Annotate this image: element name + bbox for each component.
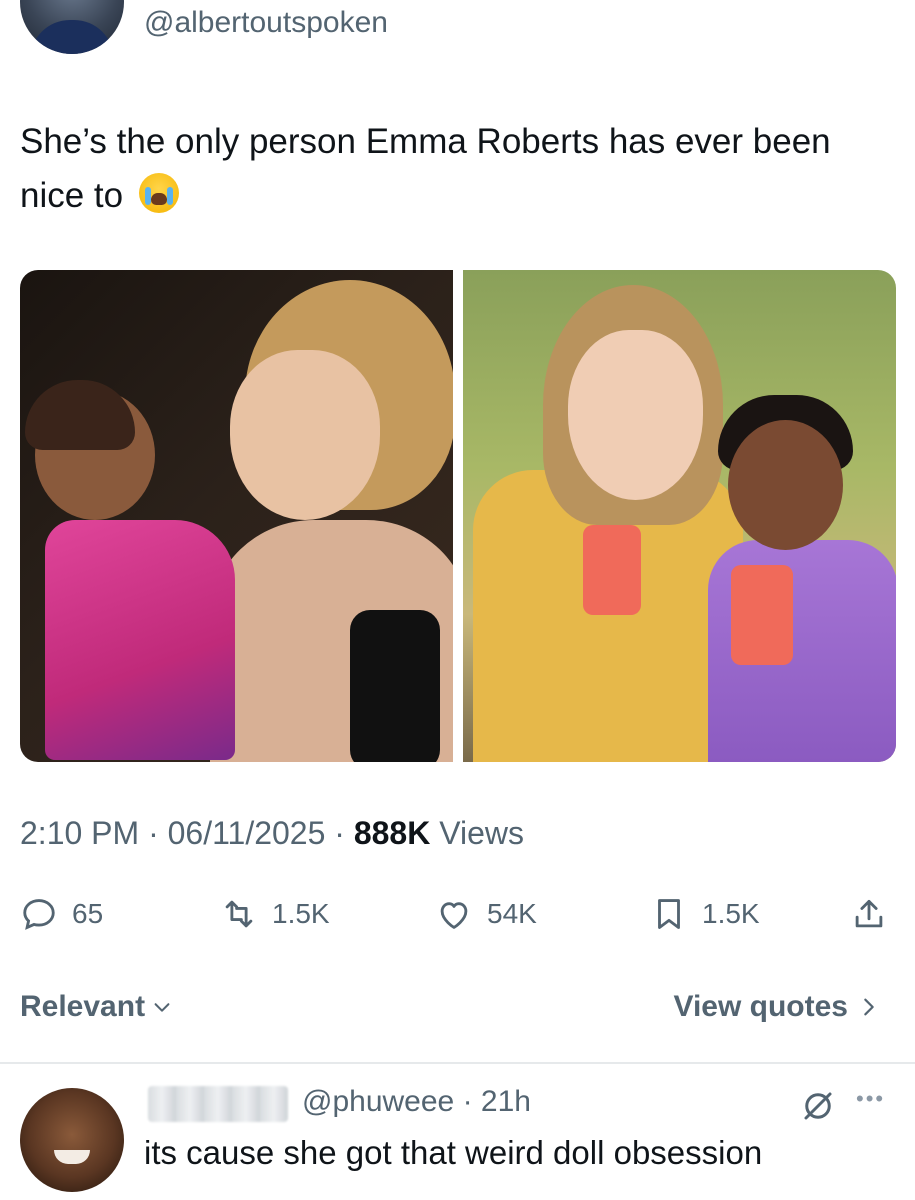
like-count: 54K bbox=[487, 898, 537, 929]
bookmark-count: 1.5K bbox=[702, 898, 760, 929]
meta-separator: · bbox=[325, 815, 354, 851]
reply-avatar[interactable] bbox=[20, 1088, 124, 1192]
tweet-time[interactable]: 2:10 PM bbox=[20, 815, 139, 851]
tweet-date[interactable]: 06/11/2025 bbox=[168, 815, 326, 851]
photo-right[interactable] bbox=[463, 270, 896, 762]
heart-icon bbox=[440, 902, 468, 929]
avatar-smile bbox=[54, 1150, 90, 1164]
figure-dress bbox=[45, 520, 235, 760]
reply-count: 65 bbox=[72, 898, 104, 929]
share-button[interactable] bbox=[850, 890, 888, 938]
retweet-count: 1.5K bbox=[272, 898, 330, 929]
tweet-meta: 2:10 PM · 06/11/2025 · 888K Views bbox=[20, 815, 524, 852]
reply-handle[interactable]: @phuweee bbox=[302, 1085, 454, 1118]
divider bbox=[0, 1062, 915, 1064]
reply-display-name-blurred bbox=[148, 1086, 288, 1122]
share-icon bbox=[855, 899, 883, 928]
views-label: Views bbox=[439, 815, 524, 851]
phone-object bbox=[731, 565, 793, 665]
retweet-icon bbox=[225, 900, 253, 928]
avatar-shirt bbox=[30, 20, 114, 54]
like-button[interactable]: 54K bbox=[435, 890, 537, 938]
view-quotes-label: View quotes bbox=[673, 990, 849, 1023]
views-count: 888K bbox=[353, 815, 431, 851]
chevron-down-icon bbox=[154, 1003, 170, 1012]
figure-face bbox=[728, 420, 843, 550]
more-options-icon[interactable]: ••• bbox=[856, 1086, 885, 1112]
bookmark-icon bbox=[658, 899, 680, 929]
figure-face bbox=[230, 350, 380, 520]
figure-hair bbox=[25, 380, 135, 450]
retweet-button[interactable]: 1.5K bbox=[220, 890, 330, 938]
bookmark-button[interactable]: 1.5K bbox=[650, 890, 760, 938]
figure-dress bbox=[350, 610, 440, 762]
grok-icon[interactable] bbox=[800, 1088, 836, 1124]
loudly-crying-face-icon bbox=[138, 173, 179, 213]
phone-object bbox=[583, 525, 641, 615]
action-bar: 65 1.5K 54K 1.5K bbox=[20, 890, 896, 938]
reply-separator: · bbox=[454, 1085, 481, 1118]
reply-icon bbox=[23, 899, 55, 930]
tweet-text: She’s the only person Emma Roberts has e… bbox=[20, 115, 880, 223]
view-quotes-link[interactable]: View quotes bbox=[674, 990, 881, 1024]
reply-text: its cause she got that weird doll obsess… bbox=[144, 1134, 763, 1171]
reply-age: 21h bbox=[480, 1085, 531, 1118]
figure-face bbox=[568, 330, 703, 500]
reply-handle-line: @phuweee · 21h bbox=[302, 1085, 531, 1119]
reply-button[interactable]: 65 bbox=[20, 890, 103, 938]
sort-label: Relevant bbox=[20, 990, 146, 1023]
media-grid bbox=[20, 270, 896, 762]
sort-replies-button[interactable]: Relevant bbox=[20, 990, 173, 1024]
chevron-right-icon bbox=[864, 998, 874, 1016]
author-handle[interactable]: @albertoutspoken bbox=[144, 6, 388, 40]
author-avatar[interactable] bbox=[20, 0, 124, 54]
photo-left[interactable] bbox=[20, 270, 453, 762]
replies-bar: Relevant View quotes bbox=[20, 990, 890, 1030]
meta-separator: · bbox=[139, 815, 168, 851]
